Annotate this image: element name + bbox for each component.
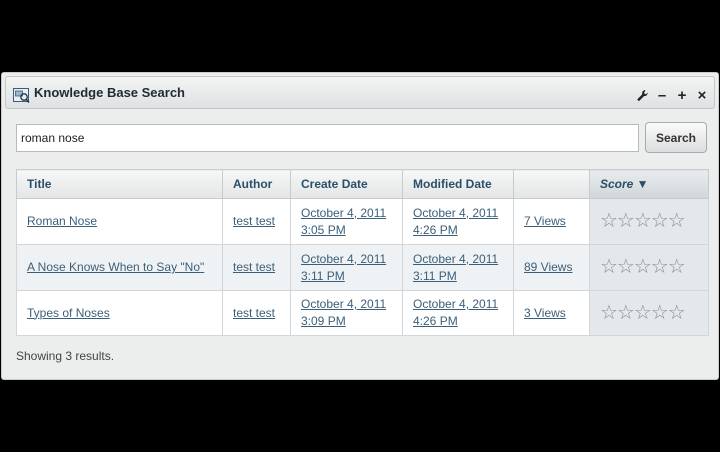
star-rating[interactable]: ☆☆☆☆☆ <box>600 302 686 324</box>
column-header-title[interactable]: Title <box>16 169 223 199</box>
create-date-cell: October 4, 2011 3:09 PM <box>290 290 403 336</box>
modified-date-cell: October 4, 2011 4:26 PM <box>402 198 514 245</box>
knowledge-base-icon <box>13 88 30 104</box>
author-link[interactable]: test test <box>233 260 275 274</box>
author-link[interactable]: test test <box>233 306 275 320</box>
minimize-button[interactable]: – <box>656 88 668 103</box>
modified-date-cell: October 4, 2011 4:26 PM <box>402 290 514 336</box>
table-header-row: Title Author Create Date Modified Date S… <box>16 169 709 199</box>
modified-date-link[interactable]: October 4, 2011 4:26 PM <box>413 297 498 328</box>
results-count: Showing 3 results. <box>16 349 115 363</box>
table-row: A Nose Knows When to Say "No" test test … <box>16 244 709 291</box>
views-link[interactable]: 7 Views <box>524 214 566 228</box>
column-header-modified-date[interactable]: Modified Date <box>402 169 514 199</box>
modified-date-link[interactable]: October 4, 2011 4:26 PM <box>413 206 498 237</box>
author-cell: test test <box>222 198 291 245</box>
author-cell: test test <box>222 290 291 336</box>
search-button[interactable]: Search <box>645 122 707 153</box>
search-input[interactable] <box>16 124 639 152</box>
star-rating[interactable]: ☆☆☆☆☆ <box>600 210 686 232</box>
portlet-titlebar: Knowledge Base Search – + × <box>5 76 715 109</box>
close-button[interactable]: × <box>696 88 708 103</box>
title-cell: Types of Noses <box>16 290 223 336</box>
column-header-create-date[interactable]: Create Date <box>290 169 403 199</box>
results-table: Title Author Create Date Modified Date S… <box>16 169 709 336</box>
article-title-link[interactable]: Types of Noses <box>27 306 110 320</box>
score-cell: ☆☆☆☆☆ <box>589 198 709 245</box>
maximize-button[interactable]: + <box>676 88 688 103</box>
views-cell: 89 Views <box>513 244 590 291</box>
column-header-views[interactable] <box>513 169 590 199</box>
title-cell: Roman Nose <box>16 198 223 245</box>
create-date-cell: October 4, 2011 3:05 PM <box>290 198 403 245</box>
article-title-link[interactable]: Roman Nose <box>27 214 97 228</box>
author-link[interactable]: test test <box>233 214 275 228</box>
article-title-link[interactable]: A Nose Knows When to Say "No" <box>27 260 204 274</box>
title-cell: A Nose Knows When to Say "No" <box>16 244 223 291</box>
column-header-author[interactable]: Author <box>222 169 291 199</box>
column-header-score[interactable]: Score ▼ <box>589 169 709 199</box>
modified-date-cell: October 4, 2011 3:11 PM <box>402 244 514 291</box>
modified-date-link[interactable]: October 4, 2011 3:11 PM <box>413 252 498 283</box>
create-date-cell: October 4, 2011 3:11 PM <box>290 244 403 291</box>
score-cell: ☆☆☆☆☆ <box>589 244 709 291</box>
author-cell: test test <box>222 244 291 291</box>
views-cell: 3 Views <box>513 290 590 336</box>
score-cell: ☆☆☆☆☆ <box>589 290 709 336</box>
create-date-link[interactable]: October 4, 2011 3:11 PM <box>301 252 386 283</box>
views-link[interactable]: 3 Views <box>524 306 566 320</box>
table-row: Types of Noses test test October 4, 2011… <box>16 290 709 336</box>
portlet-title: Knowledge Base Search <box>34 85 185 100</box>
table-row: Roman Nose test test October 4, 2011 3:05… <box>16 198 709 245</box>
knowledge-base-portlet: Knowledge Base Search – + × Search Title… <box>1 72 719 380</box>
views-cell: 7 Views <box>513 198 590 245</box>
wrench-icon[interactable] <box>636 89 648 103</box>
create-date-link[interactable]: October 4, 2011 3:09 PM <box>301 297 386 328</box>
star-rating[interactable]: ☆☆☆☆☆ <box>600 256 686 278</box>
create-date-link[interactable]: October 4, 2011 3:05 PM <box>301 206 386 237</box>
views-link[interactable]: 89 Views <box>524 260 572 274</box>
